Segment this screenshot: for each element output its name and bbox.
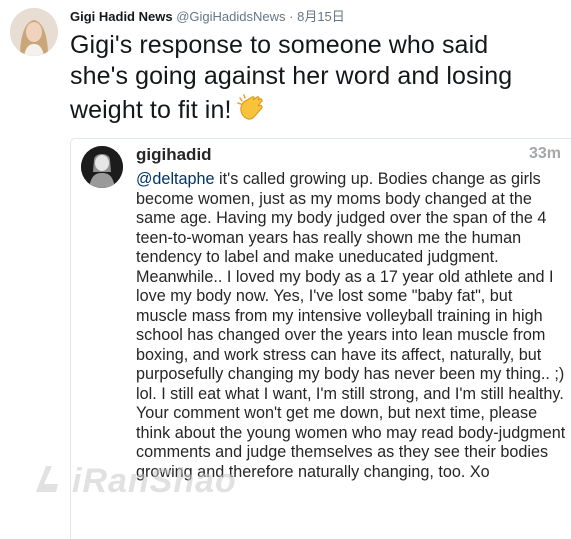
tweet: Gigi Hadid News @GigiHadidsNews · 8月15日 …	[0, 0, 571, 539]
mention-link[interactable]: @deltaphe	[136, 170, 215, 188]
watermark-text: iRanShao	[72, 462, 237, 500]
handle[interactable]: @GigiHadidsNews	[176, 9, 285, 24]
tweet-text: Gigi's response to someone who said she'…	[70, 30, 550, 130]
watermark-logo-icon	[32, 462, 66, 505]
display-name[interactable]: Gigi Hadid News	[70, 9, 173, 24]
watermark: iRanShao	[32, 462, 237, 505]
tweet-text-content: Gigi's response to someone who said she'…	[70, 31, 513, 124]
tweet-header: Gigi Hadid News @GigiHadidsNews · 8月15日	[70, 8, 345, 26]
quoted-author-avatar[interactable]	[81, 146, 123, 188]
quoted-body: it's called growing up. Bodies change as…	[136, 170, 566, 481]
clapping-hands-icon	[236, 92, 266, 130]
separator: ·	[289, 9, 294, 24]
quoted-timestamp: 33m	[528, 145, 561, 162]
quoted-username[interactable]: gigihadid	[136, 145, 212, 165]
author-avatar[interactable]	[10, 8, 58, 56]
tweet-date[interactable]: 8月15日	[297, 9, 345, 24]
quoted-text: @deltaphe it's called growing up. Bodies…	[136, 170, 566, 482]
